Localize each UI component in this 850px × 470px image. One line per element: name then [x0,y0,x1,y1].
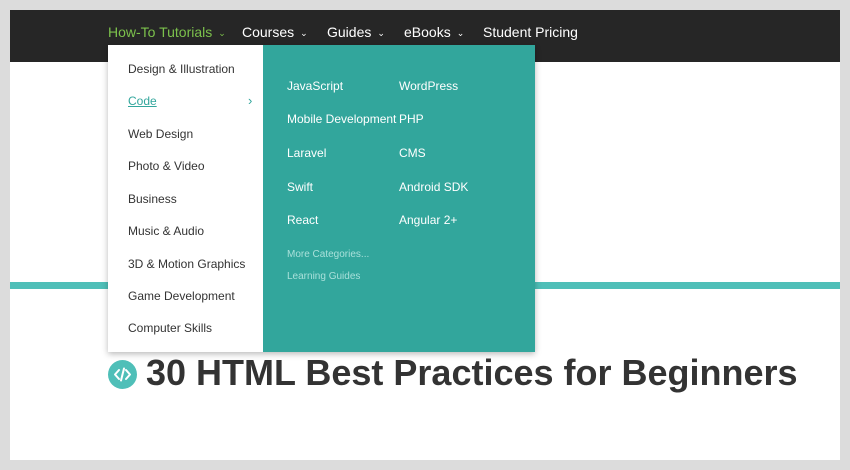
tutorials-dropdown-menu: Design & Illustration Code › Web Design … [108,45,535,352]
nav-label: How-To Tutorials [108,24,213,40]
category-game-development[interactable]: Game Development [128,289,235,303]
nav-label: Guides [327,24,372,40]
category-design-illustration[interactable]: Design & Illustration [128,62,235,76]
nav-label: eBooks [404,24,451,40]
subcategory-laravel[interactable]: Laravel [287,146,326,160]
category-list: Design & Illustration Code › Web Design … [108,45,263,352]
category-3d-motion-graphics[interactable]: 3D & Motion Graphics [128,257,245,271]
subcategory-cms[interactable]: CMS [399,146,426,160]
nav-label: Student Pricing [483,24,578,40]
subcategory-panel: JavaScript Mobile Development Laravel Sw… [263,45,535,352]
code-icon [108,360,137,389]
subcategory-swift[interactable]: Swift [287,180,313,194]
subcategory-mobile-development[interactable]: Mobile Development [287,112,396,126]
category-web-design[interactable]: Web Design [128,127,193,141]
article-title: 30 HTML Best Practices for Beginners [146,352,798,393]
subcategory-angular[interactable]: Angular 2+ [399,213,457,227]
category-business[interactable]: Business [128,192,177,206]
subcategory-javascript[interactable]: JavaScript [287,79,343,93]
more-categories-link[interactable]: More Categories... [287,249,369,260]
chevron-right-icon: › [248,93,253,108]
subcategory-php[interactable]: PHP [399,112,424,126]
subcategory-react[interactable]: React [287,213,318,227]
category-computer-skills[interactable]: Computer Skills [128,321,212,335]
subcategory-wordpress[interactable]: WordPress [399,79,458,93]
category-photo-video[interactable]: Photo & Video [128,159,205,173]
page-frame: How-To Tutorials ⌄ Courses ⌄ Guides ⌄ eBook… [10,10,840,460]
category-code[interactable]: Code [128,94,157,108]
learning-guides-link[interactable]: Learning Guides [287,271,360,282]
nav-label: Courses [242,24,295,40]
subcategory-android-sdk[interactable]: Android SDK [399,180,468,194]
category-music-audio[interactable]: Music & Audio [128,224,204,238]
